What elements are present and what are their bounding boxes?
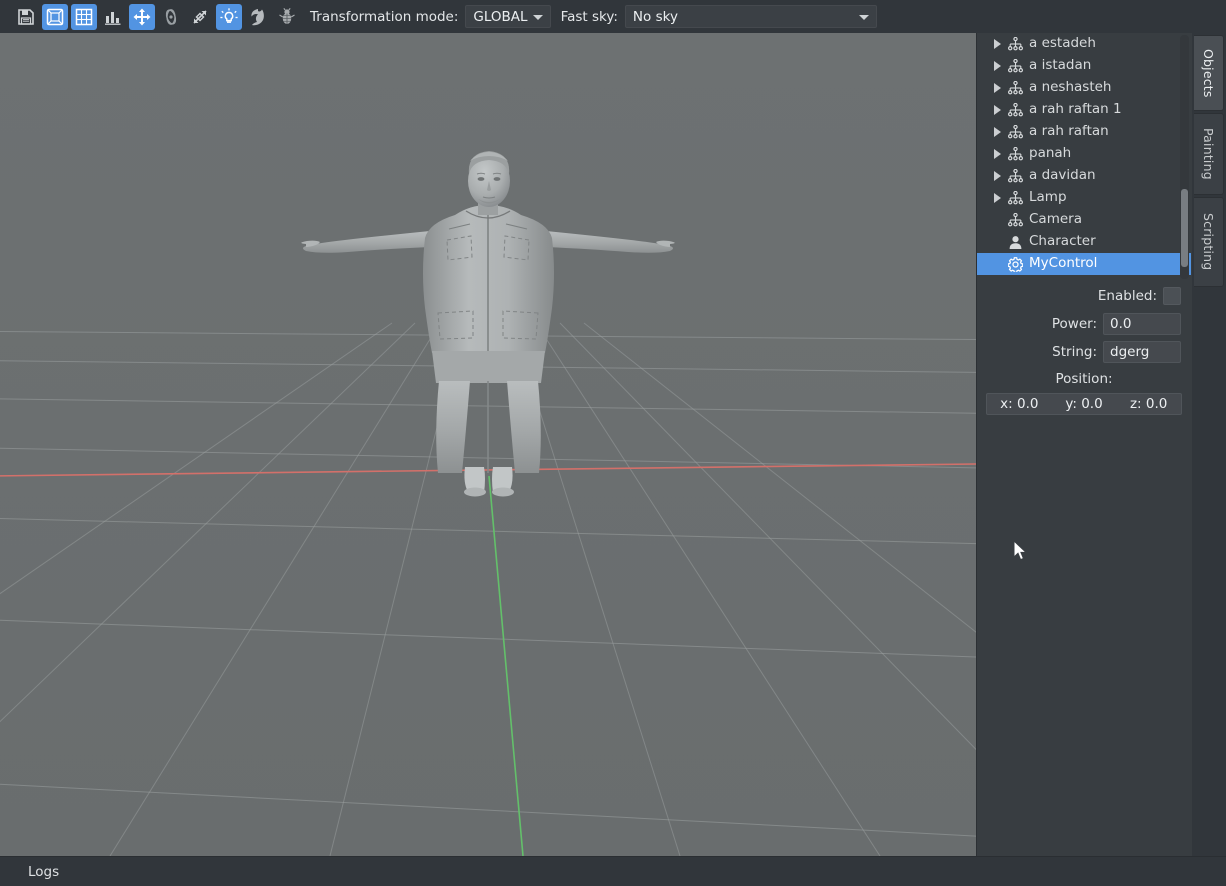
tree-item-label: a estadeh [1029,37,1096,51]
power-label: Power: [1052,316,1097,332]
transformation-mode-dropdown[interactable]: GLOBAL [465,5,550,28]
tree-item-lamp[interactable]: Lamp [977,187,1191,209]
expand-triangle-icon[interactable] [989,190,1005,206]
property-row-enabled: Enabled: [977,283,1191,309]
tree-item-label: Character [1029,235,1096,249]
transformation-mode-label: Transformation mode: [310,9,458,25]
tree-item-label: a davidan [1029,169,1096,183]
scale-gizmo-icon[interactable] [187,4,213,30]
chevron-down-icon [533,15,543,20]
shutter-icon[interactable] [245,4,271,30]
grid-icon[interactable] [71,4,97,30]
wireframe-cube-icon[interactable] [42,4,68,30]
tree-item-a-rah-raftan[interactable]: a rah raftan [977,121,1191,143]
property-row-power: Power: 0.0 [977,311,1191,337]
string-label: String: [1052,344,1097,360]
statistics-icon[interactable] [100,4,126,30]
node-tree-icon [1005,189,1025,207]
tab-scripting-label: Scripting [1201,213,1216,270]
light-bulb-icon[interactable] [216,4,242,30]
position-x-input[interactable]: x: 0.0 [987,396,1052,412]
fast-sky-label: Fast sky: [561,9,618,25]
tree-item-camera[interactable]: Camera [977,209,1191,231]
tree-scrollbar-thumb[interactable] [1181,189,1188,267]
tree-item-label: a neshasteh [1029,81,1111,95]
tree-item-a-rah-raftan-1[interactable]: a rah raftan 1 [977,99,1191,121]
properties-panel: Enabled: Power: 0.0 String: dgerg Positi… [977,283,1191,415]
node-tree-icon [1005,167,1025,185]
tree-item-a-davidan[interactable]: a davidan [977,165,1191,187]
bug-icon[interactable] [274,4,300,30]
chevron-down-icon [859,15,869,20]
tree-item-label: MyControl [1029,257,1097,271]
expand-triangle-icon[interactable] [989,168,1005,184]
position-z-input[interactable]: z: 0.0 [1116,396,1181,412]
object-tree[interactable]: a estadeh a istadan a neshasteh a rah rafta… [977,33,1191,281]
fast-sky-value: No sky [633,9,678,25]
string-input[interactable]: dgerg [1103,341,1181,363]
rotate-gizmo-icon[interactable] [158,4,184,30]
expand-triangle-icon[interactable] [989,124,1005,140]
position-label: Position: [977,367,1191,391]
tree-item-a-neshasteh[interactable]: a neshasteh [977,77,1191,99]
expand-triangle-icon[interactable] [989,102,1005,118]
tab-painting[interactable]: Painting [1194,113,1224,195]
expand-triangle-icon[interactable] [989,146,1005,162]
tree-item-label: a istadan [1029,59,1091,73]
application-window: Transformation mode: GLOBAL Fast sky: No… [0,0,1226,886]
right-dock-panel: a estadeh a istadan a neshasteh a rah rafta… [976,33,1192,856]
tab-objects[interactable]: Objects [1194,35,1224,111]
expand-triangle-icon[interactable] [989,80,1005,96]
node-tree-icon [1005,57,1025,75]
tree-item-label: Lamp [1029,191,1067,205]
node-tree-icon [1005,123,1025,141]
move-gizmo-icon[interactable] [129,4,155,30]
tree-item-panah[interactable]: panah [977,143,1191,165]
node-tree-icon [1005,145,1025,163]
tree-item-a-istadan[interactable]: a istadan [977,55,1191,77]
tree-item-label: a rah raftan 1 [1029,103,1122,117]
tab-objects-label: Objects [1201,49,1216,98]
tree-indent-spacer [989,256,1005,272]
node-tree-icon [1005,101,1025,119]
power-input[interactable]: 0.0 [1103,313,1181,335]
tree-scrollbar[interactable] [1180,35,1189,279]
node-tree-icon [1005,211,1025,229]
viewport-scene [0,33,976,856]
tab-painting-label: Painting [1201,128,1216,180]
logs-button[interactable]: Logs [28,864,59,880]
viewport-3d[interactable] [0,33,976,856]
node-tree-icon [1005,35,1025,53]
tree-item-a-estadeh[interactable]: a estadeh [977,33,1191,55]
enabled-checkbox[interactable] [1163,287,1181,305]
enabled-label: Enabled: [1098,288,1157,304]
save-icon[interactable] [13,4,39,30]
node-tree-icon [1005,79,1025,97]
tree-item-mycontrol[interactable]: MyControl [977,253,1191,275]
tree-item-label: panah [1029,147,1071,161]
main-toolbar: Transformation mode: GLOBAL Fast sky: No… [0,0,1226,33]
tree-item-label: Camera [1029,213,1082,227]
transformation-mode-value: GLOBAL [473,9,527,25]
tree-indent-spacer [989,234,1005,250]
tree-item-label: a rah raftan [1029,125,1109,139]
gear-icon [1005,255,1025,273]
status-bar: Logs [0,856,1226,886]
fast-sky-dropdown[interactable]: No sky [625,5,877,28]
person-icon [1005,233,1025,251]
expand-triangle-icon[interactable] [989,58,1005,74]
tree-indent-spacer [989,212,1005,228]
tab-scripting[interactable]: Scripting [1194,197,1224,287]
tree-item-character[interactable]: Character [977,231,1191,253]
position-y-input[interactable]: y: 0.0 [1052,396,1117,412]
property-row-string: String: dgerg [977,339,1191,365]
expand-triangle-icon[interactable] [989,36,1005,52]
position-vector-row: x: 0.0 y: 0.0 z: 0.0 [986,393,1182,415]
dock-tab-strip: Objects Painting Scripting [1192,33,1226,856]
